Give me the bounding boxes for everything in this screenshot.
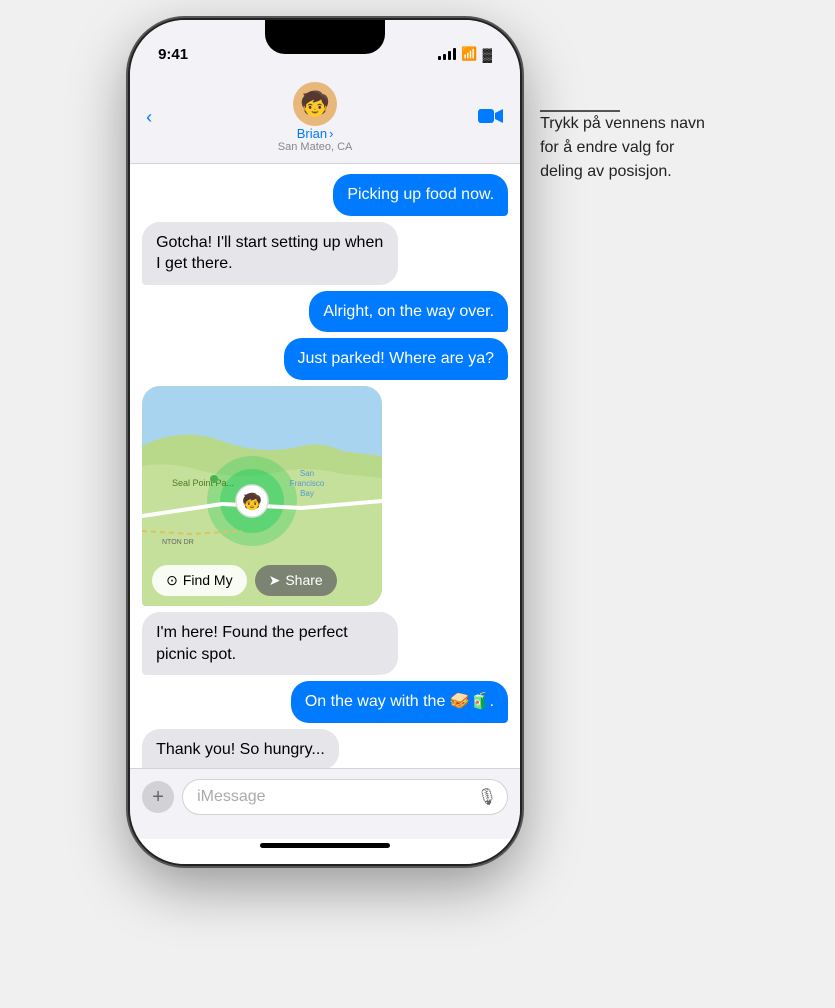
signal-bars-icon [438,48,456,60]
svg-text:San: San [300,469,314,478]
message-input[interactable]: iMessage [197,788,265,806]
callout-text: Trykk på vennens navnfor å endre valg fo… [540,112,705,184]
message-bubble-4: Just parked! Where are ya? [284,338,509,380]
phone-frame: 9:41 📶 ▓ ‹ 🧒 Brian › [130,20,520,864]
status-bar: 9:41 📶 ▓ [130,20,520,74]
message-row-4: Just parked! Where are ya? [142,338,508,380]
message-row-6: I'm here! Found the perfect picnic spot. [142,612,508,675]
messages-area: Picking up food now. Gotcha! I'll start … [130,164,520,768]
svg-text:Bay: Bay [300,489,314,498]
input-bar: + iMessage 🎙 [130,768,520,839]
callout-line [540,100,705,112]
contact-name-chevron-icon: › [329,126,333,141]
back-button[interactable]: ‹ [146,107,152,128]
message-row-8: Thank you! So hungry... [142,729,508,768]
svg-text:Francisco: Francisco [290,479,325,488]
message-bubble-1: Picking up food now. [333,174,508,216]
back-chevron-icon: ‹ [146,107,152,128]
share-location-button[interactable]: ➤ Share [255,565,337,596]
battery-icon: ▓ [483,47,492,62]
status-time: 9:41 [158,46,188,63]
notch [265,20,385,54]
add-button[interactable]: + [142,781,174,813]
message-bubble-3: Alright, on the way over. [309,291,508,333]
status-icons: 📶 ▓ [438,46,492,62]
message-row-1: Picking up food now. [142,174,508,216]
message-bubble-8: Thank you! So hungry... [142,729,339,768]
message-row-2: Gotcha! I'll start setting up when I get… [142,222,508,285]
nav-bar: ‹ 🧒 Brian › San Mateo, CA [130,74,520,164]
contact-info[interactable]: 🧒 Brian › San Mateo, CA [278,82,353,153]
mic-icon[interactable]: 🎙 [477,787,497,807]
wifi-icon: 📶 [461,46,477,62]
contact-location: San Mateo, CA [278,141,353,153]
map-bubble[interactable]: Seal Point Pa... San Francisco Bay NTON … [142,386,382,606]
contact-name: Brian › [297,126,334,141]
find-my-icon: ⊙ [166,572,178,589]
svg-text:🧒: 🧒 [242,492,262,511]
page-wrapper: 9:41 📶 ▓ ‹ 🧒 Brian › [110,0,725,884]
share-icon: ➤ [269,572,281,589]
message-row-3: Alright, on the way over. [142,291,508,333]
message-row-7: On the way with the 🥪🧃. [142,681,508,723]
message-bubble-6: I'm here! Found the perfect picnic spot. [142,612,398,675]
message-bubble-7: On the way with the 🥪🧃. [291,681,508,723]
avatar: 🧒 [293,82,337,126]
callout-box: Trykk på vennens navnfor å endre valg fo… [540,20,705,184]
message-bubble-2: Gotcha! I'll start setting up when I get… [142,222,398,285]
message-row-5: Seal Point Pa... San Francisco Bay NTON … [142,386,508,606]
find-my-button[interactable]: ⊙ Find My [152,565,247,596]
message-input-wrapper: iMessage 🎙 [182,779,508,815]
map-buttons: ⊙ Find My ➤ Share [152,565,337,596]
svg-text:Seal Point Pa...: Seal Point Pa... [172,478,234,488]
svg-text:NTON DR: NTON DR [162,539,194,546]
video-call-button[interactable] [478,105,504,131]
home-indicator [260,843,390,848]
